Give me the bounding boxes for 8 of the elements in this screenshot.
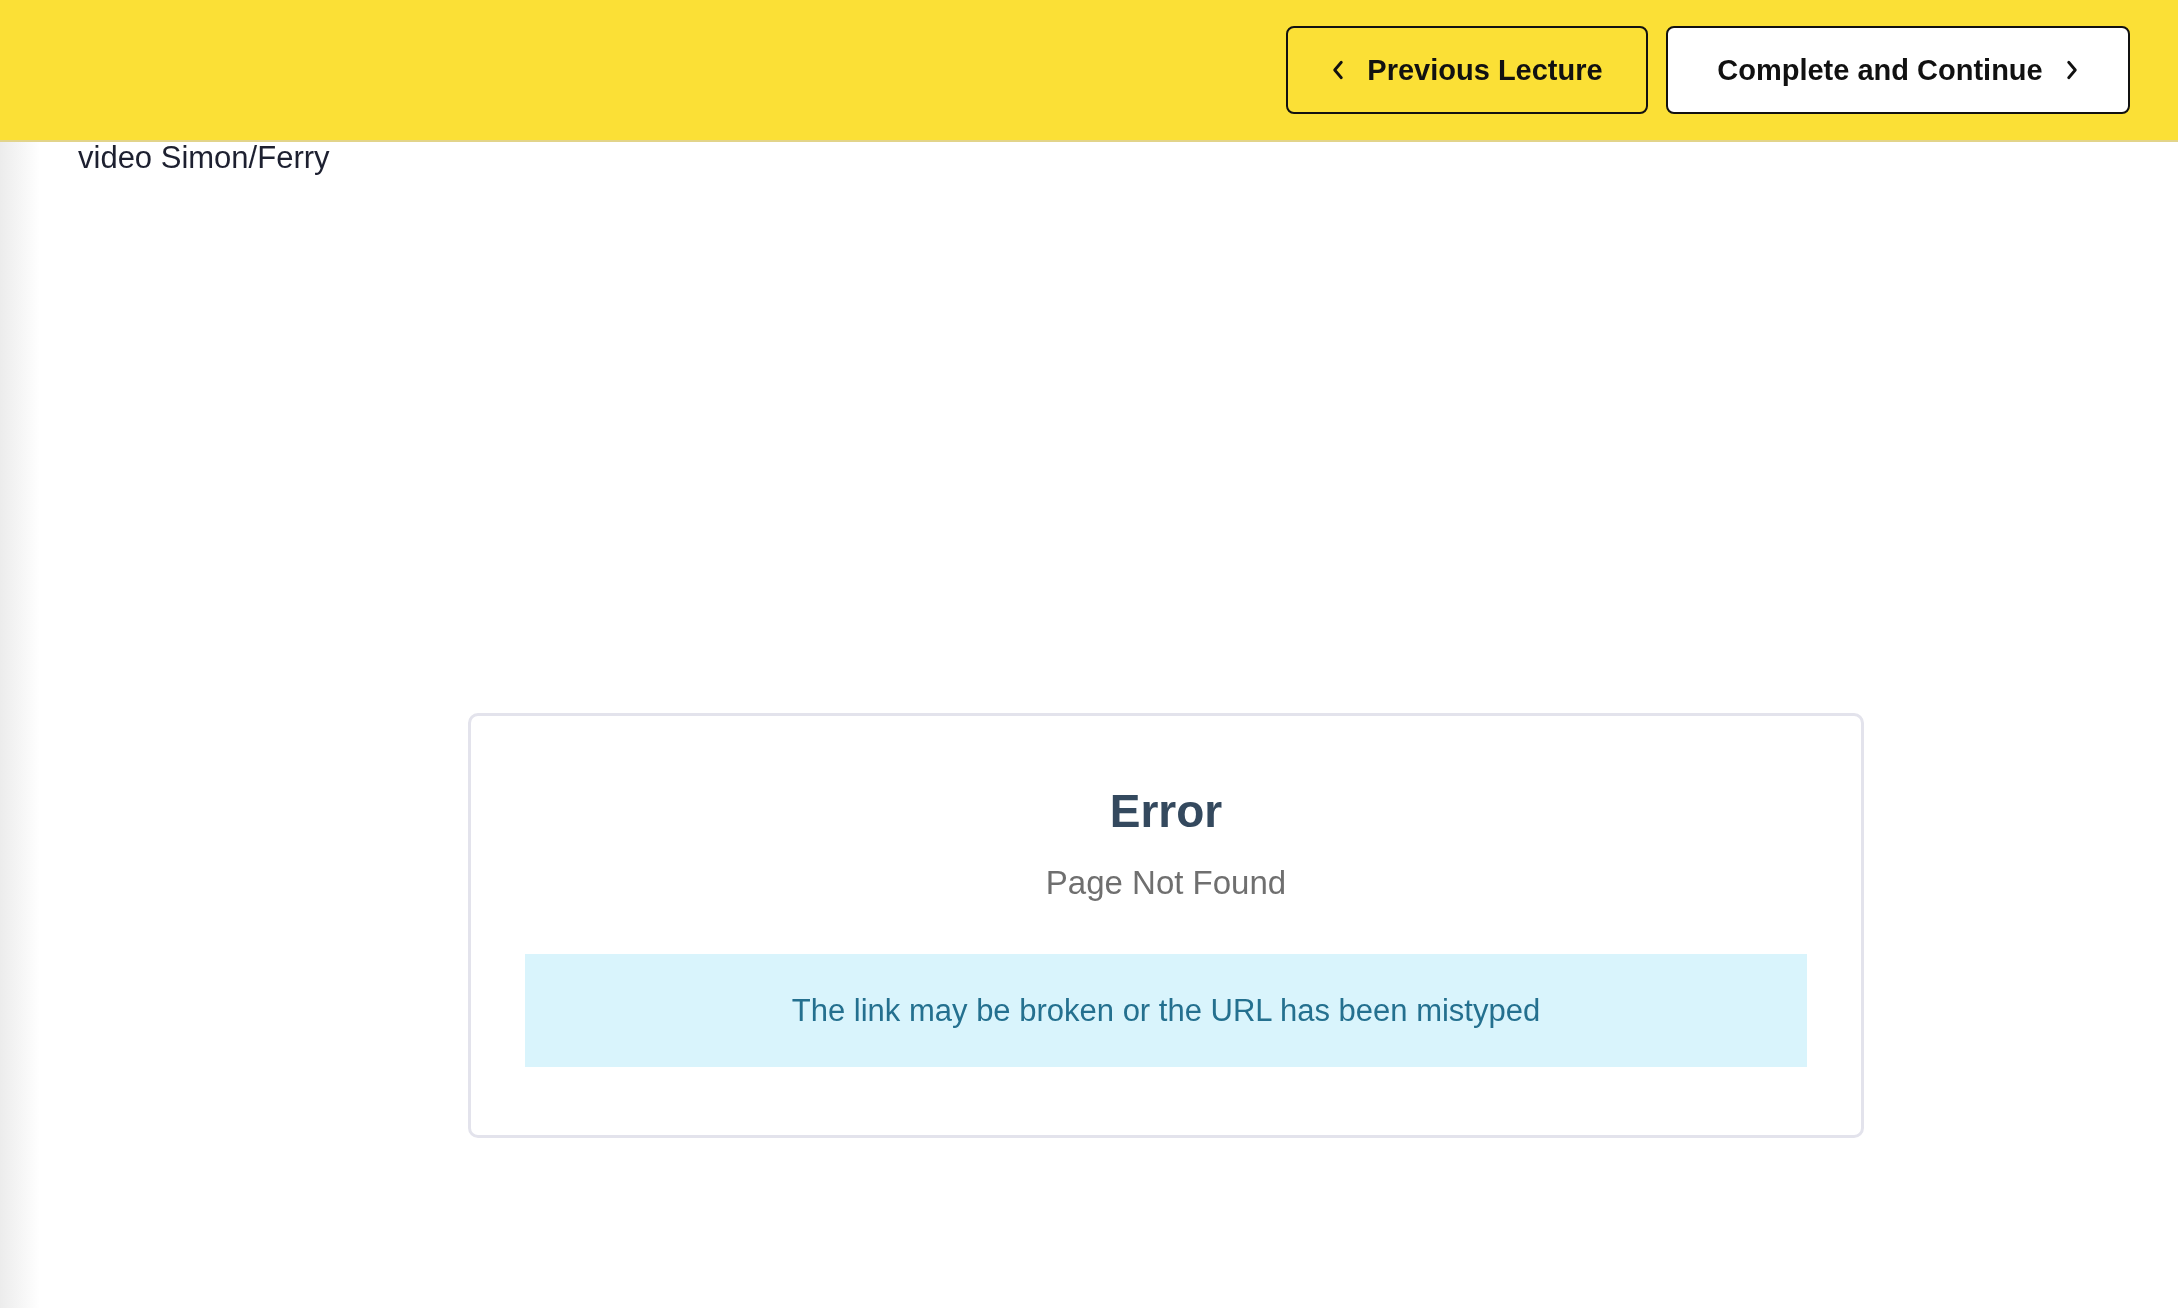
complete-and-continue-button[interactable]: Complete and Continue xyxy=(1666,26,2130,114)
error-message: The link may be broken or the URL has been mistyped xyxy=(525,954,1807,1067)
chevron-left-icon xyxy=(1331,59,1346,81)
previous-lecture-button[interactable]: Previous Lecture xyxy=(1286,26,1648,114)
error-subtitle: Page Not Found xyxy=(1045,864,1287,902)
error-title: Error xyxy=(1109,784,1223,838)
lecture-title: video Simon/Ferry xyxy=(77,142,331,173)
chevron-right-icon xyxy=(2064,59,2079,81)
